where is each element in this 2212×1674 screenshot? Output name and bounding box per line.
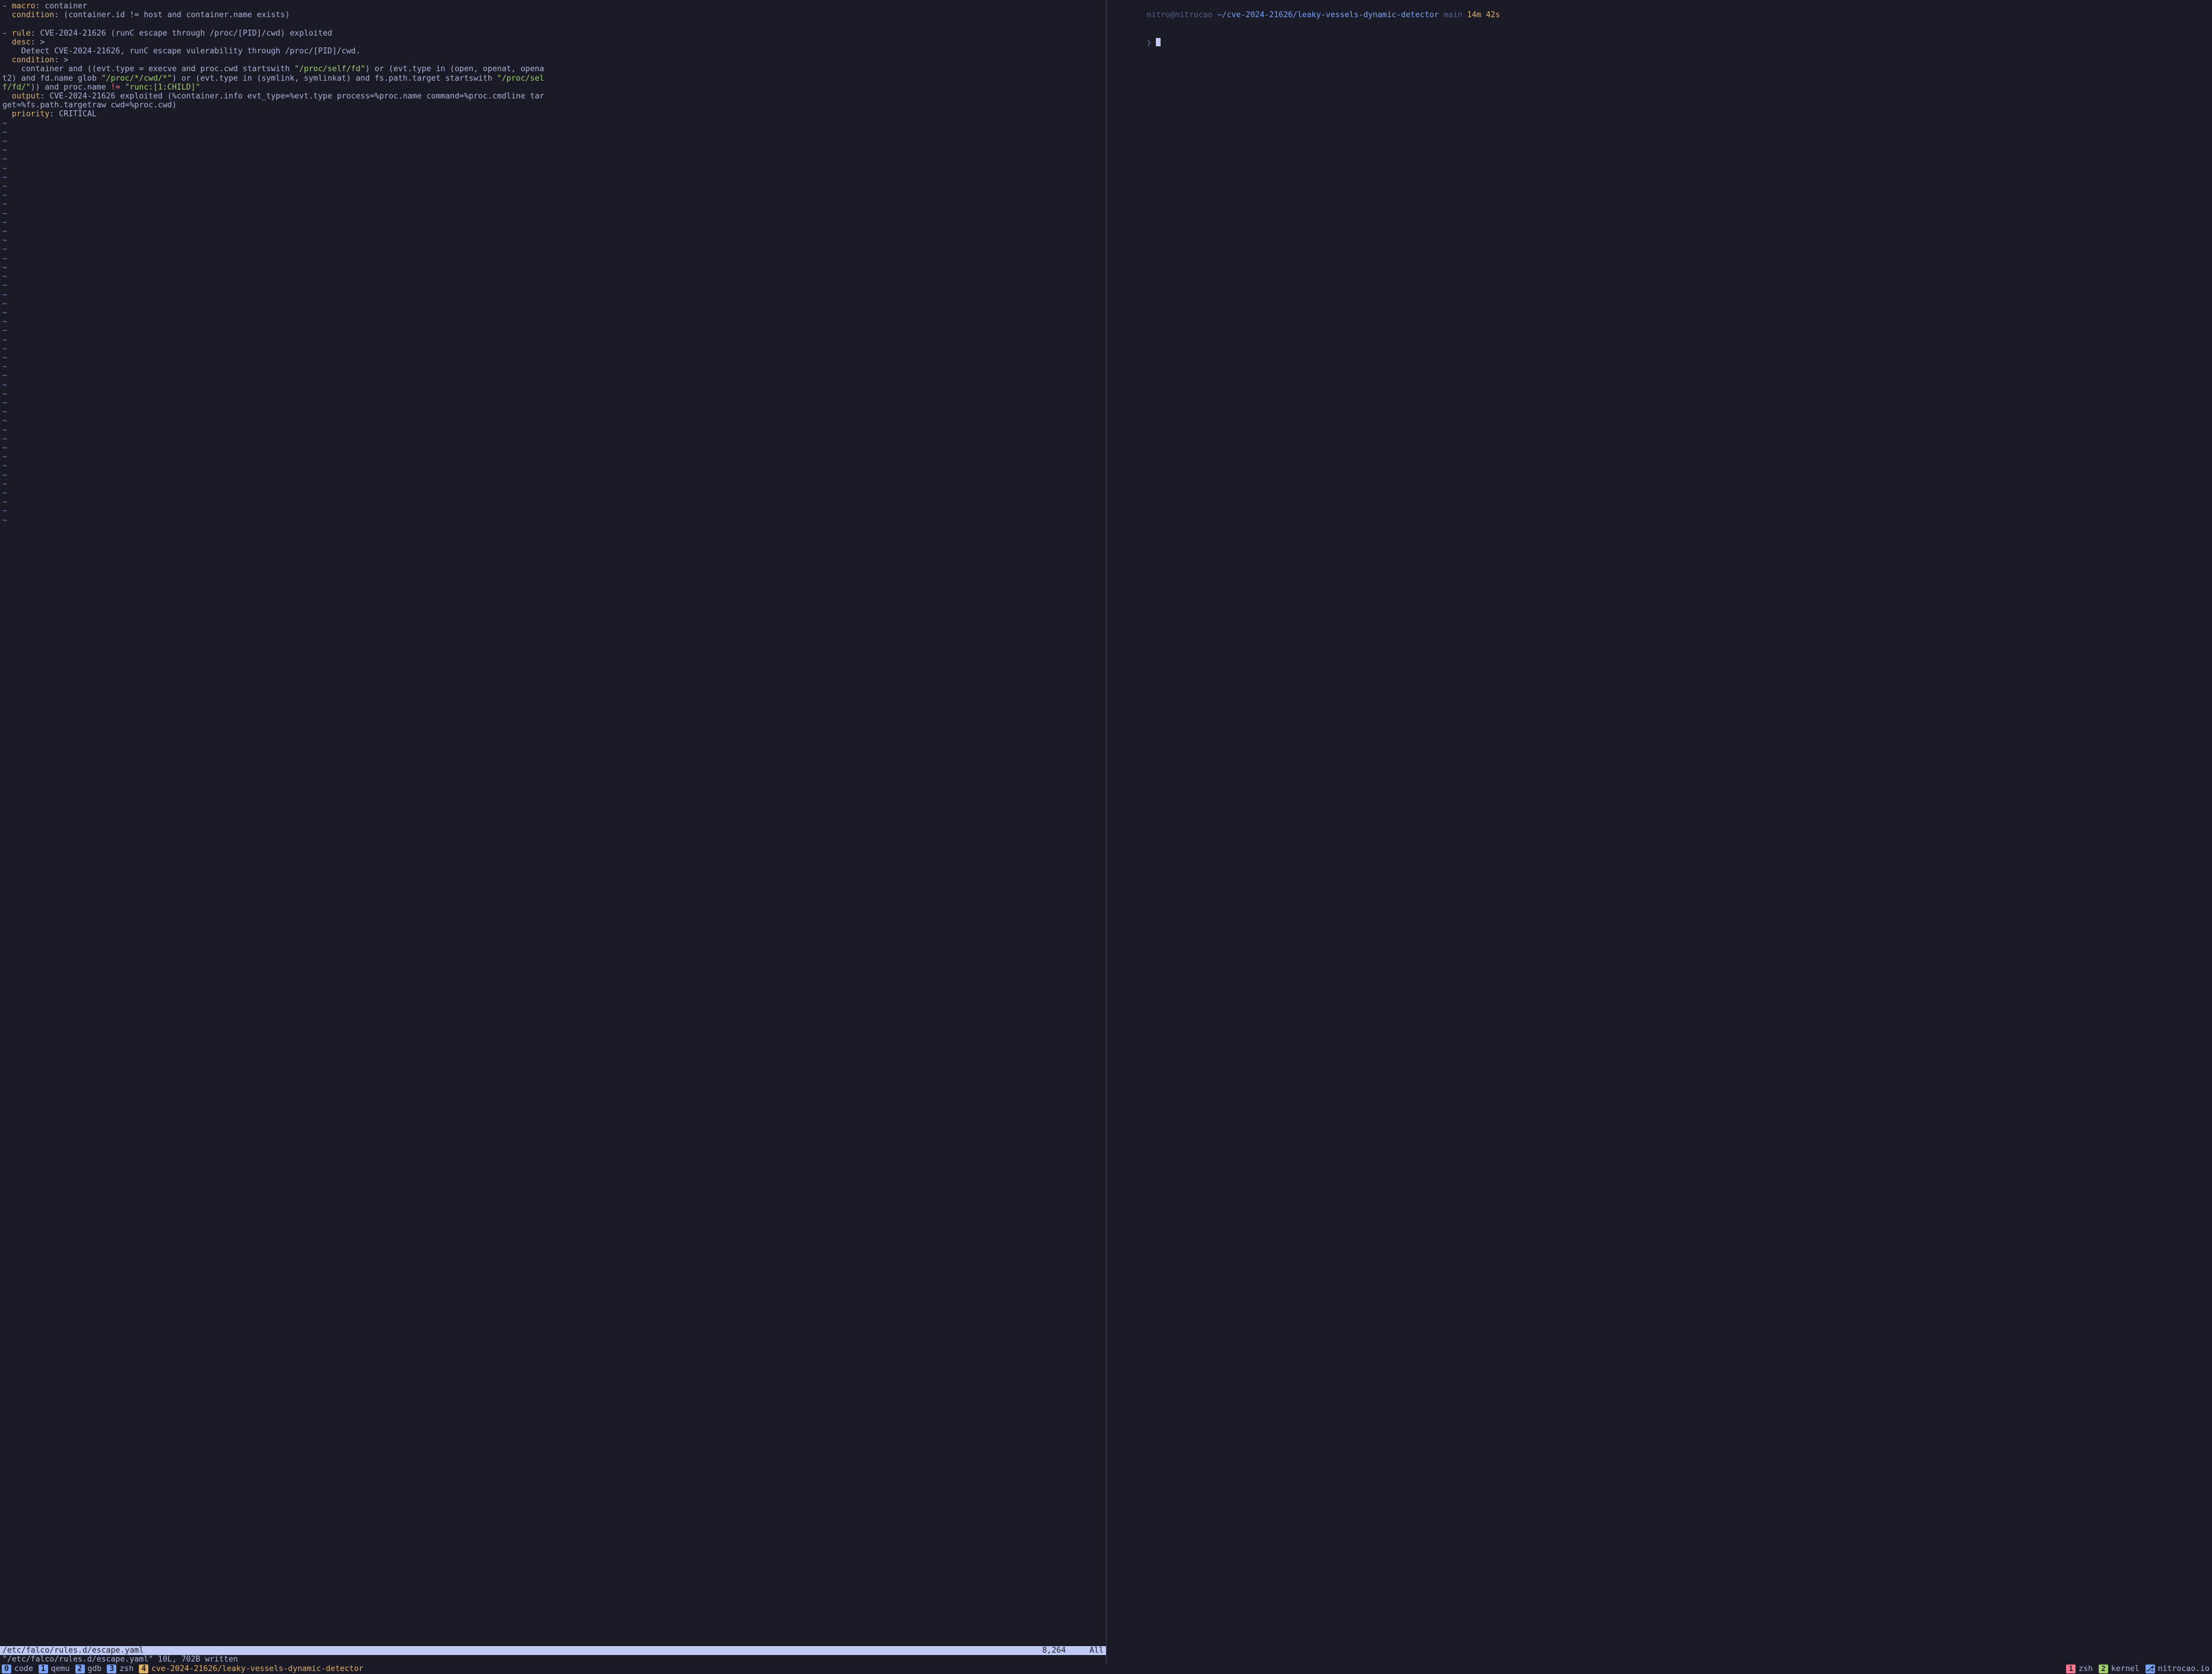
pane-container: - macro: container condition: (container… [0,0,2212,1664]
tmux-tab-label-2[interactable]: gdb [88,1665,102,1673]
tmux-tab-num-1[interactable]: 1 [39,1665,48,1673]
empty-line-tilde: ~ [2,336,1104,345]
status-label: kernel [2111,1665,2140,1673]
empty-line-tilde: ~ [2,119,1104,128]
empty-line-tilde: ~ [2,291,1104,300]
status-badge[interactable]: 1 [2066,1665,2076,1673]
empty-line-tilde: ~ [2,516,1104,525]
code-line[interactable]: condition: (container.id != host and con… [2,11,1104,20]
code-line[interactable]: priority: CRITICAL [2,110,1104,119]
empty-line-tilde: ~ [2,227,1104,236]
tmux-tab-label-1[interactable]: qemu [51,1665,70,1673]
tmux-tab-label-3[interactable]: zsh [119,1665,134,1673]
code-line[interactable]: get=%fs.path.targetraw cwd=%proc.cwd) [2,101,1104,110]
status-label: nitrocao.io [2158,1665,2210,1673]
code-line[interactable]: f/fd/")) and proc.name != "runc:[1:CHILD… [2,83,1104,92]
code-line[interactable]: desc: > [2,38,1104,47]
empty-line-tilde: ~ [2,173,1104,182]
empty-line-tilde: ~ [2,453,1104,462]
empty-line-tilde: ~ [2,218,1104,227]
empty-line-tilde: ~ [2,155,1104,164]
tmux-tab-num-2[interactable]: 2 [75,1665,85,1673]
empty-line-tilde: ~ [2,182,1104,191]
terminal-screen: - macro: container condition: (container… [0,0,2212,1674]
empty-line-tilde: ~ [2,462,1104,470]
shell-duration: 14m 42s [1467,11,1500,20]
code-line[interactable] [2,20,1104,28]
empty-line-tilde: ~ [2,362,1104,371]
empty-line-tilde: ~ [2,191,1104,200]
empty-line-tilde: ~ [2,245,1104,254]
empty-line-tilde: ~ [2,480,1104,489]
code-line[interactable]: - rule: CVE-2024-21626 (runC escape thro… [2,29,1104,38]
vim-status-bar: /etc/falco/rules.d/escape.yaml 8,264 All [0,1646,1106,1655]
status-view: All [1089,1646,1104,1655]
empty-line-tilde: ~ [2,444,1104,453]
empty-line-tilde: ~ [2,489,1104,498]
empty-line-tilde: ~ [2,408,1104,416]
empty-line-tilde: ~ [2,435,1104,444]
tmux-tab-num-0[interactable]: 0 [2,1665,11,1673]
tmux-status-right: 1zsh 2kernel ⎇nitrocao.io [2062,1665,2212,1673]
empty-line-tilde: ~ [2,128,1104,137]
empty-line-tilde: ~ [2,281,1104,290]
tmux-tab-label-0[interactable]: code [14,1665,33,1673]
empty-line-tilde: ~ [2,390,1104,399]
shell-user: nitro@nitrocao [1147,11,1213,20]
empty-line-tilde: ~ [2,308,1104,317]
status-filename: /etc/falco/rules.d/escape.yaml [2,1646,144,1655]
tmux-tab-num-4[interactable]: 4 [139,1665,148,1673]
code-line[interactable]: container and ((evt.type = execve and pr… [2,65,1104,74]
shell-path: ~/cve-2024-21626/leaky-vessels-dynamic-d… [1218,11,1439,20]
empty-line-tilde: ~ [2,263,1104,272]
empty-line-tilde: ~ [2,164,1104,173]
empty-line-tilde: ~ [2,236,1104,245]
status-position: 8,264 [1042,1646,1066,1655]
empty-line-tilde: ~ [2,426,1104,435]
empty-line-tilde: ~ [2,345,1104,354]
tmux-tab-num-3[interactable]: 3 [107,1665,116,1673]
shell-pane[interactable]: nitro@nitrocao ~/cve-2024-21626/leaky-ve… [1107,0,2212,1664]
empty-line-tilde: ~ [2,209,1104,218]
empty-line-tilde: ~ [2,498,1104,507]
empty-line-tilde: ~ [2,137,1104,146]
cursor [1156,38,1161,46]
empty-line-tilde: ~ [2,300,1104,308]
empty-line-tilde: ~ [2,146,1104,155]
empty-line-tilde: ~ [2,507,1104,515]
status-badge[interactable]: ⎇ [2146,1665,2155,1673]
shell-prompt-line: nitro@nitrocao ~/cve-2024-21626/leaky-ve… [1109,2,2210,29]
code-line[interactable]: - macro: container [2,2,1104,11]
empty-line-tilde: ~ [2,317,1104,326]
empty-line-tilde: ~ [2,354,1104,362]
editor-pane[interactable]: - macro: container condition: (container… [0,0,1106,1664]
code-line[interactable]: condition: > [2,56,1104,65]
shell-branch: main [1444,11,1463,20]
tmux-status-bar: 0code1qemu2gdb3zsh4cve-2024-21626/leaky-… [0,1664,2212,1674]
empty-line-tilde: ~ [2,399,1104,408]
empty-line-tilde: ~ [2,416,1104,425]
empty-line-tilde: ~ [2,471,1104,480]
status-badge[interactable]: 2 [2099,1665,2108,1673]
shell-input-line[interactable]: ❯ [1109,29,2210,57]
vim-message-bar: "/etc/falco/rules.d/escape.yaml" 10L, 70… [0,1655,1106,1664]
empty-line-tilde: ~ [2,200,1104,209]
status-label: zsh [2078,1665,2093,1673]
vim-message: "/etc/falco/rules.d/escape.yaml" 10L, 70… [2,1655,238,1664]
empty-line-tilde: ~ [2,326,1104,335]
empty-line-tilde: ~ [2,272,1104,281]
editor-content[interactable]: - macro: container condition: (container… [0,0,1106,1646]
empty-line-tilde: ~ [2,371,1104,380]
tmux-tab-label-4[interactable]: cve-2024-21626/leaky-vessels-dynamic-det… [151,1665,363,1673]
tmux-tabs: 0code 1qemu 2gdb 3zsh 4cve-2024-21626/leaky-… [0,1665,367,1673]
empty-line-tilde: ~ [2,254,1104,263]
empty-line-tilde: ~ [2,381,1104,390]
code-line[interactable]: Detect CVE-2024-21626, runC escape vuler… [2,47,1104,56]
code-line[interactable]: t2) and fd.name glob "/proc/*/cwd/*") or… [2,74,1104,83]
code-line[interactable]: output: CVE-2024-21626 exploited (%conta… [2,92,1104,101]
